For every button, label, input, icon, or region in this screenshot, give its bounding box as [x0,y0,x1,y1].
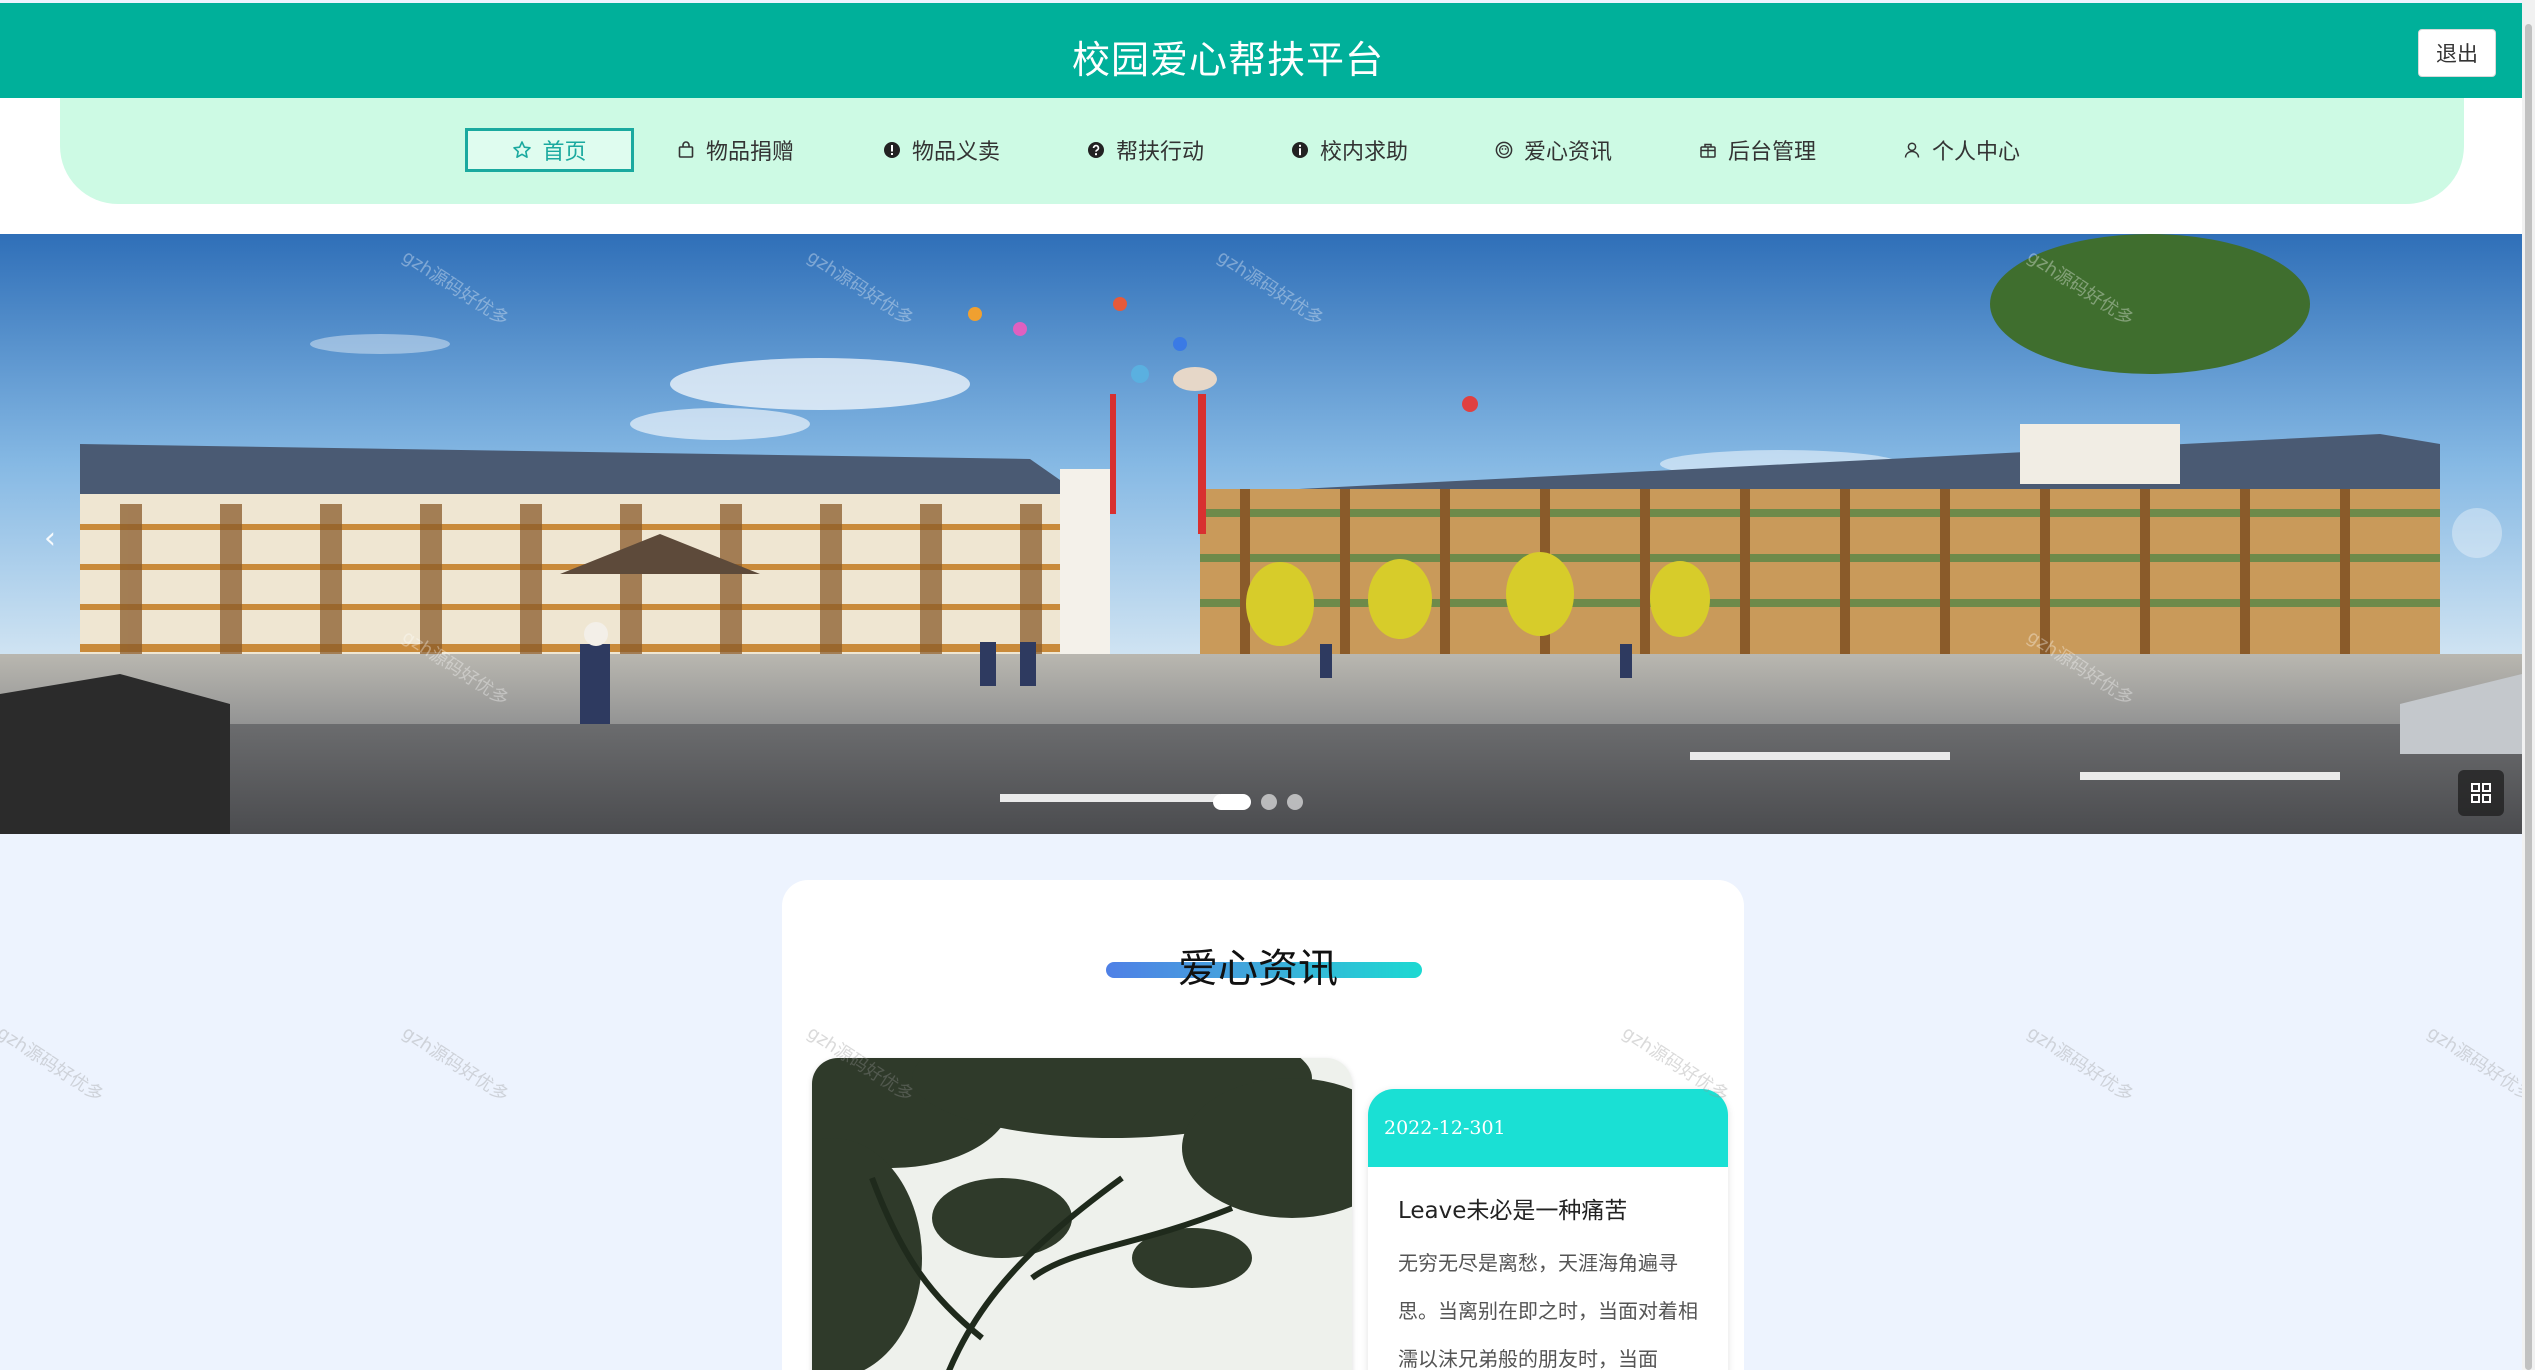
site-title: 校园爱心帮扶平台 [1072,38,1385,82]
section-title: 爱心资讯 [1178,946,1338,992]
nav-item-help-action[interactable]: 帮扶行动 [1086,128,1204,172]
star-icon [512,140,532,160]
top-header: 校园爱心帮扶平台 退出 [0,3,2522,98]
exclamation-circle-icon [882,140,902,160]
nav-item-campus-help[interactable]: 校内求助 [1290,128,1408,172]
nav-item-label: 首页 [542,140,587,165]
nav-item-profile[interactable]: 个人中心 [1902,128,2020,172]
nav-item-label: 爱心资讯 [1524,140,1613,165]
carousel-indicators [1213,794,1303,810]
carousel-dot-2[interactable] [1261,794,1277,810]
news-summary: 无穷无尽是离愁，天涯海角遍寻思。当离别在即之时，当面对着相濡以沫兄弟般的朋友时，… [1398,1251,1698,1370]
banner-carousel[interactable]: ‹ gzh源码好优多 gzh源码好优多 gzh源码好优多 gzh源码好优多 gz… [0,234,2522,834]
chevron-left-icon: ‹ [44,520,56,556]
campus-banner-image [0,234,2522,834]
carousel-next-button[interactable] [2452,508,2502,558]
watermark: gzh源码好优多 [2023,1022,2138,1107]
info-circle-icon [1290,140,1310,160]
watermark: gzh源码好优多 [2423,1022,2535,1107]
news-section: 爱心资讯 2022-12-301 Leave未必是一种痛苦 无穷无尽是离愁，天涯… [782,880,1744,1370]
scrollbar-thumb[interactable] [2525,24,2532,1370]
watermark: gzh源码好优多 [0,1022,108,1107]
carousel-dot-1[interactable] [1213,794,1251,810]
news-featured-image[interactable] [812,1058,1352,1370]
news-item-card[interactable]: 2022-12-301 Leave未必是一种痛苦 无穷无尽是离愁，天涯海角遍寻思… [1368,1089,1728,1370]
grid-toggle-button[interactable] [2458,770,2504,816]
nav-item-label: 后台管理 [1728,140,1817,165]
nav-item-label: 校内求助 [1320,140,1409,165]
carousel-prev-button[interactable]: ‹ [26,514,74,562]
nav-item-news[interactable]: 爱心资讯 [1494,128,1612,172]
question-circle-icon [1086,140,1106,160]
news-date: 2022-12-301 [1368,1089,1728,1167]
nav-item-home[interactable]: 首页 [465,128,634,172]
nav-item-label: 物品义卖 [912,140,1001,165]
carousel-dot-3[interactable] [1287,794,1303,810]
smile-icon [1494,140,1514,160]
nav-item-donation[interactable]: 物品捐赠 [676,128,794,172]
watermark: gzh源码好优多 [398,1022,513,1107]
gift-icon [1698,140,1718,160]
shopping-bag-icon [676,140,696,160]
nav-item-label: 帮扶行动 [1116,140,1205,165]
logout-button[interactable]: 退出 [2418,29,2496,77]
nav-item-label: 个人中心 [1932,140,2021,165]
grid-icon [2471,783,2491,803]
user-icon [1902,140,1922,160]
tree-photo [812,1058,1352,1370]
nav-item-charity-sale[interactable]: 物品义卖 [882,128,1000,172]
news-title: Leave未必是一种痛苦 [1398,1198,1628,1224]
nav-wrapper: 首页 物品捐赠 物品义卖 帮扶行动 校内求助 爱心资讯 后台管理 个人中心 [0,98,2522,234]
main-nav [60,98,2464,204]
nav-item-label: 物品捐赠 [706,140,795,165]
nav-item-admin[interactable]: 后台管理 [1698,128,1816,172]
